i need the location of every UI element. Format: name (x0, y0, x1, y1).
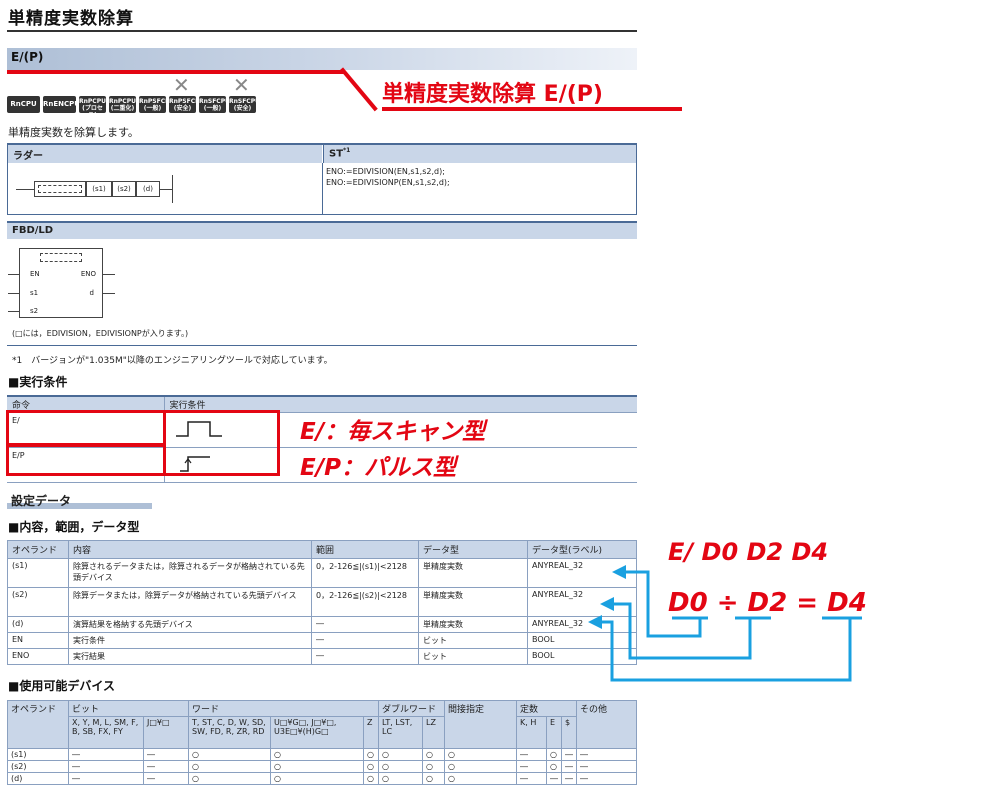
callout-title: 単精度実数除算 E/(P) (382, 82, 603, 107)
title-rule (7, 30, 637, 32)
instruction-description: 単精度実数を除算します。 (8, 126, 139, 139)
cpu-badge: ✕ RnPSFCPU (安全) (169, 73, 205, 113)
table-row: (s1) 除算されるデータまたは，除算されるデータが格納されている先頭デバイス 0，… (7, 558, 637, 588)
table-row: (s1) ― ― ○ ○ ○ ○ ○ ○ ― ○ ― ― (7, 748, 637, 761)
table-row: (s2) 除算データまたは，除算データが格納されている先頭デバイス 0，2-126≦… (7, 587, 637, 617)
callout-line-diag (340, 67, 378, 112)
device-table: オペランド ビット ワード ダブルワード 間接指定 定数 その他 X, Y, M… (7, 700, 637, 785)
unsupported-icon: ✕ (233, 73, 250, 97)
footnote: *1 バージョンが"1.035M"以降のエンジニアリングツールで対応しています。 (12, 356, 333, 366)
table-row: (s2) ― ― ○ ○ ○ ○ ○ ○ ― ○ ― ― (7, 760, 637, 773)
callout-equation: D0 ÷ D2 = D4 (668, 588, 867, 618)
cpu-badge: RnPCPU (プロセス) (79, 96, 106, 119)
st-code: ENO:=EDIVISION(EN,s1,s2,d); ENO:=EDIVISI… (326, 167, 450, 187)
fbd-header: FBD/LD (7, 221, 637, 239)
cpu-badges: RnCPU RnENCPU RnPCPU (プロセス) RnPCPU (二重化) R… (7, 73, 260, 119)
table-row: (d) ― ― ○ ○ ○ ○ ○ ○ ― ― ― ― (7, 772, 637, 785)
instruction-bar: E/(P) (7, 48, 637, 70)
fbd-function-block: EN s1 s2 ENO d (19, 248, 103, 318)
table-row: ENO 実行結果 ― ビット BOOL (7, 648, 637, 665)
device-section-title: ■使用可能デバイス (8, 679, 115, 693)
setting-data-heading: 設定データ (7, 491, 152, 509)
st-header: ST*1 (323, 145, 636, 163)
cpu-badge: RnPSFCPU (一般) (139, 96, 175, 113)
callout-scan: E/：毎スキャン型 (300, 419, 486, 445)
callout-example: E/ D0 D2 D4 (668, 538, 829, 566)
operand-table: オペランド 内容 範囲 データ型 データ型(ラベル) (s1) 除算されるデータま… (7, 540, 637, 665)
cpu-badge: RnPCPU (二重化) (109, 96, 136, 113)
content-section-title: ■内容，範囲，データ型 (8, 520, 140, 534)
table-row: EN 実行条件 ― ビット BOOL (7, 632, 637, 649)
ladder-header: ラダー (8, 145, 322, 163)
table-row: (d) 演算結果を格納する先頭デバイス ― 単精度実数 ANYREAL_32 (7, 616, 637, 633)
exec-section-title: ■実行条件 (8, 375, 68, 389)
callout-pulse: E/P：パルス型 (300, 455, 456, 481)
highlight-box (163, 410, 280, 476)
highlight-box (6, 444, 166, 476)
cpu-badge: ✕ RnSFCPU (安全) (229, 73, 260, 113)
cpu-badge: RnSFCPU (一般) (199, 96, 230, 113)
ladder-st-panel: ラダー ST*1 (s1) (s2) (d) (7, 143, 637, 215)
page-title: 単精度実数除算 (8, 9, 134, 29)
unsupported-icon: ✕ (173, 73, 190, 97)
highlight-box (6, 410, 166, 446)
fbd-note: (□には，EDIVISION，EDIVISIONPが入ります。) (12, 329, 189, 338)
cpu-badge: RnENCPU (43, 96, 80, 113)
cpu-badge: RnCPU (7, 96, 40, 113)
